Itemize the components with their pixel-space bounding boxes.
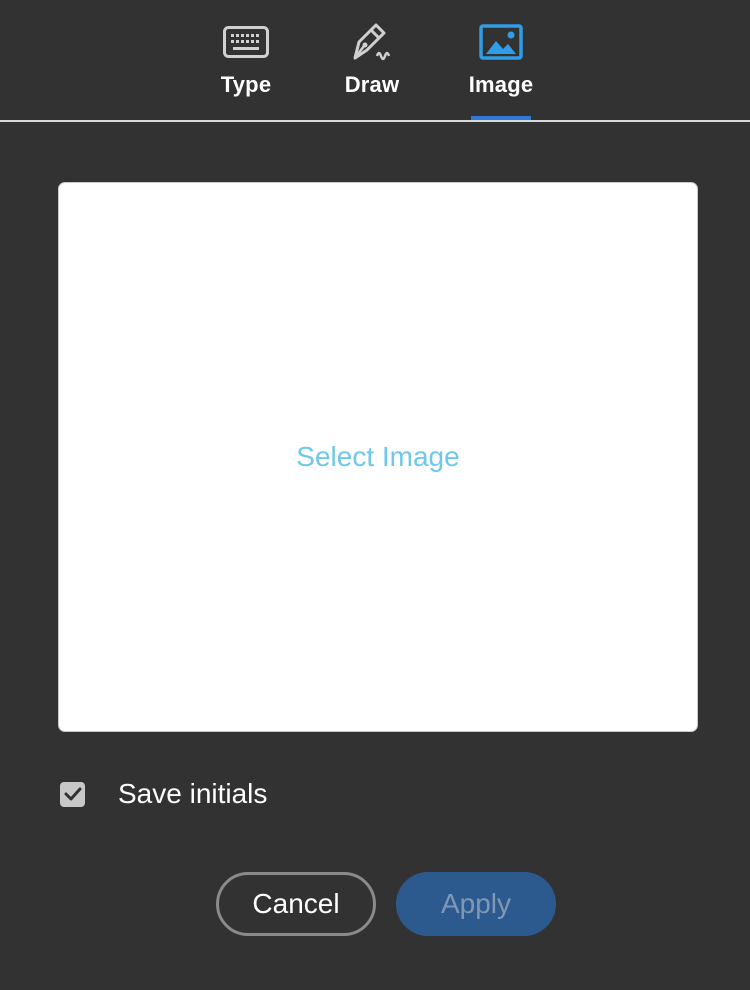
cancel-button[interactable]: Cancel — [216, 872, 376, 936]
tab-label: Image — [468, 72, 534, 97]
tab-type[interactable]: Type — [206, 0, 286, 122]
pen-icon — [348, 22, 396, 62]
tab-label: Draw — [344, 72, 400, 97]
tab-image[interactable]: Image — [466, 0, 536, 122]
image-drop-area[interactable]: Select Image — [58, 182, 698, 732]
save-initials-option[interactable]: Save initials — [60, 774, 267, 814]
tab-label: Type — [220, 72, 272, 97]
signature-mode-tabs: Type Draw Image — [0, 0, 750, 122]
image-icon — [477, 22, 525, 62]
initials-dialog: Type Draw Image Select Image Save initia… — [0, 0, 750, 990]
checkmark-icon — [64, 787, 81, 801]
select-image-link[interactable]: Select Image — [296, 441, 459, 473]
tab-draw[interactable]: Draw — [332, 0, 412, 122]
selected-tab-indicator — [471, 116, 531, 120]
apply-button[interactable]: Apply — [396, 872, 556, 936]
save-initials-label: Save initials — [118, 778, 268, 809]
keyboard-icon — [222, 22, 270, 62]
save-initials-checkbox[interactable] — [60, 781, 85, 807]
